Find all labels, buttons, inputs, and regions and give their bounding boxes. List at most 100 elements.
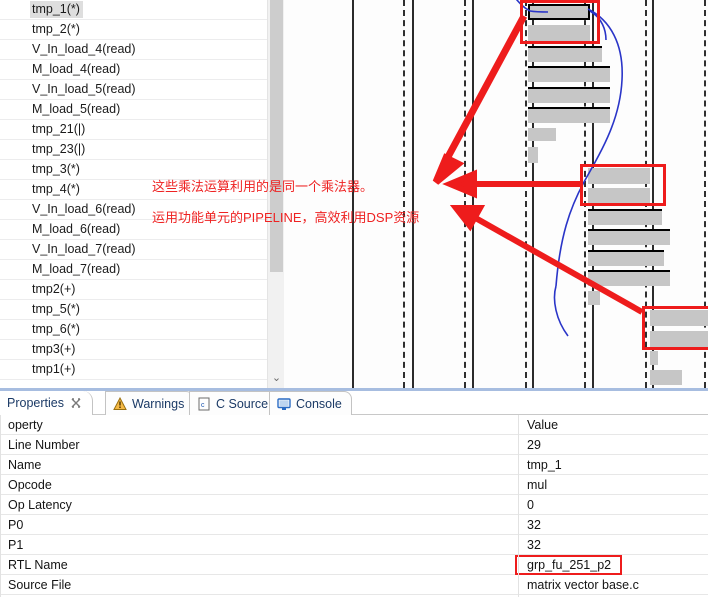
chart-gridline-solid xyxy=(412,0,414,388)
chart-gridline-dashed xyxy=(525,0,527,388)
operation-label: tmp1(+) xyxy=(32,362,76,376)
property-value-cell: 32 xyxy=(527,538,541,552)
c-file-icon: c xyxy=(197,397,211,411)
tab-c-source[interactable]: c C Source xyxy=(189,391,279,415)
schedule-bar[interactable] xyxy=(528,46,602,62)
property-name-cell: RTL Name xyxy=(8,558,68,572)
property-name-cell: Op Latency xyxy=(8,498,72,512)
property-name-cell: Opcode xyxy=(8,478,52,492)
property-name-cell: Source File xyxy=(8,578,72,592)
table-row[interactable]: Line Number 29 xyxy=(0,435,708,455)
tab-label-properties: Properties xyxy=(7,396,64,410)
view-tab-bar[interactable]: Properties Warnings c C Source Console xyxy=(0,391,708,415)
table-left-divider xyxy=(0,415,1,597)
operation-label: V_In_load_6(read) xyxy=(32,202,136,216)
console-icon xyxy=(277,397,291,411)
svg-text:c: c xyxy=(201,402,205,409)
column-header-value: Value xyxy=(527,418,559,432)
properties-table[interactable]: operty Value Line Number 29 Name tmp_1 Opcode m… xyxy=(0,415,708,597)
property-name-cell: P1 xyxy=(8,538,24,552)
table-row[interactable]: Name tmp_1 xyxy=(0,455,708,475)
table-row[interactable]: RTL Name grp_fu_251_p2 xyxy=(0,555,708,575)
operation-list-item[interactable]: M_load_7(read) xyxy=(0,260,267,280)
console-icon-svg xyxy=(277,397,291,410)
operation-label: V_In_load_7(read) xyxy=(32,242,136,256)
property-value-cell: 0 xyxy=(527,498,534,512)
property-name-cell: Line Number xyxy=(8,438,80,452)
schedule-bar[interactable] xyxy=(588,270,670,286)
operation-list-item[interactable]: tmp_5(*) xyxy=(0,300,267,320)
tab-properties[interactable]: Properties xyxy=(0,391,93,415)
operation-label: M_load_7(read) xyxy=(32,262,121,276)
schedule-viewer-top: tmp_1(*) tmp_2(*) V_In_load_4(read) M_load_… xyxy=(0,0,708,388)
close-icon[interactable] xyxy=(69,396,83,410)
operation-list-item[interactable]: V_In_load_4(read) xyxy=(0,40,267,60)
table-row[interactable]: Op Latency 0 xyxy=(0,495,708,515)
property-value-cell: 29 xyxy=(527,438,541,452)
operation-label: M_load_6(read) xyxy=(32,222,121,236)
operation-list-item[interactable]: tmp_23(|) xyxy=(0,140,267,160)
scrollbar-thumb[interactable] xyxy=(270,0,283,272)
annotation-highlight-box xyxy=(520,0,600,44)
property-name-cell: Name xyxy=(8,458,42,472)
operation-label: M_load_4(read) xyxy=(32,62,121,76)
operation-label: tmp2(+) xyxy=(32,282,76,296)
schedule-bar[interactable] xyxy=(588,250,664,266)
operation-list-item[interactable]: tmp_6(*) xyxy=(0,320,267,340)
c-file-icon-svg: c xyxy=(198,397,210,410)
operation-label: V_In_load_4(read) xyxy=(32,42,136,56)
annotation-highlight-box xyxy=(515,555,622,575)
tab-label-console: Console xyxy=(296,396,342,411)
annotation-highlight-box xyxy=(642,306,708,350)
chart-gridline-dashed xyxy=(464,0,466,388)
schedule-bar[interactable] xyxy=(588,229,670,245)
operation-list-item[interactable]: tmp_2(*) xyxy=(0,20,267,40)
schedule-bar[interactable] xyxy=(588,209,662,225)
operation-label: M_load_5(read) xyxy=(32,102,121,116)
schedule-bar[interactable] xyxy=(650,370,682,385)
schedule-bar[interactable] xyxy=(528,147,538,163)
property-value-cell: tmp_1 xyxy=(527,458,562,472)
schedule-bar[interactable] xyxy=(528,107,610,123)
operation-list-item[interactable]: tmp_21(|) xyxy=(0,120,267,140)
operation-list-item[interactable]: tmp2(+) xyxy=(0,280,267,300)
tab-warnings[interactable]: Warnings xyxy=(105,391,195,415)
operation-list-item[interactable]: tmp1(+) xyxy=(0,360,267,380)
operation-label: tmp_1(*) xyxy=(30,1,83,18)
schedule-bar[interactable] xyxy=(528,128,556,141)
property-name-cell: P0 xyxy=(8,518,24,532)
operation-label: tmp_4(*) xyxy=(32,182,80,196)
property-value-cell: mul xyxy=(527,478,548,492)
table-row[interactable]: Source File matrix vector base.c xyxy=(0,575,708,595)
operation-label: tmp_23(|) xyxy=(32,142,86,156)
schedule-bar[interactable] xyxy=(588,291,600,305)
chevron-down-icon[interactable]: ⌄ xyxy=(268,370,285,386)
operation-label: tmp_5(*) xyxy=(32,302,80,316)
operation-label: tmp_2(*) xyxy=(32,22,80,36)
operation-list-item[interactable]: tmp_1(*) xyxy=(0,0,267,20)
operation-list-item[interactable]: M_load_5(read) xyxy=(0,100,267,120)
table-row[interactable]: P0 32 xyxy=(0,515,708,535)
operation-list-item[interactable]: tmp3(+) xyxy=(0,340,267,360)
operation-list-item[interactable]: V_In_load_5(read) xyxy=(0,80,267,100)
operation-list-item[interactable]: V_In_load_7(read) xyxy=(0,240,267,260)
schedule-bar[interactable] xyxy=(650,351,658,365)
table-row[interactable]: Opcode mul xyxy=(0,475,708,495)
operation-label: tmp_6(*) xyxy=(32,322,80,336)
column-header-property: operty xyxy=(8,418,43,432)
property-value-cell: matrix vector base.c xyxy=(527,578,639,592)
schedule-bar[interactable] xyxy=(528,87,610,103)
annotation-text-line1: 这些乘法运算利用的是同一个乘法器。 xyxy=(152,179,374,194)
close-icon-svg xyxy=(71,398,81,408)
table-header-row[interactable]: operty Value xyxy=(0,415,708,435)
operation-label: tmp_3(*) xyxy=(32,162,80,176)
operation-list-item[interactable]: M_load_4(read) xyxy=(0,60,267,80)
chart-gridline-dashed xyxy=(403,0,405,388)
operation-label: V_In_load_5(read) xyxy=(32,82,136,96)
schedule-bar[interactable] xyxy=(528,66,610,82)
table-row[interactable]: P1 32 xyxy=(0,535,708,555)
tab-label-c-source: C Source xyxy=(216,396,269,411)
table-column-divider[interactable] xyxy=(518,415,519,597)
chart-gridline-solid xyxy=(472,0,474,388)
tab-console[interactable]: Console xyxy=(269,391,352,415)
